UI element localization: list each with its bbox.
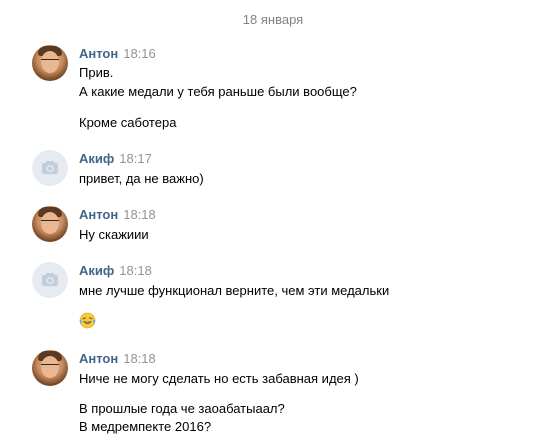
- user-avatar[interactable]: [32, 45, 68, 81]
- message-time[interactable]: 18:16: [123, 46, 156, 61]
- message-text: Кроме саботера: [79, 115, 177, 130]
- message-author[interactable]: Антон: [79, 351, 118, 366]
- message-text: привет, да не важно): [79, 171, 204, 186]
- message-text: А какие медали у тебя раньше были вообще…: [79, 84, 357, 99]
- message-author[interactable]: Акиф: [79, 263, 114, 278]
- laughing-tears-emoji-icon: [79, 312, 96, 329]
- camera-icon[interactable]: [32, 262, 68, 298]
- camera-icon[interactable]: [32, 150, 68, 186]
- date-separator: 18 января: [242, 12, 304, 27]
- user-avatar[interactable]: [32, 206, 68, 242]
- message-author[interactable]: Акиф: [79, 151, 114, 166]
- message-text: Прив.: [79, 65, 114, 80]
- message-text: Ниче не могу сделать но есть забавная ид…: [79, 371, 359, 386]
- message-time[interactable]: 18:18: [123, 351, 156, 366]
- message-author[interactable]: Антон: [79, 46, 118, 61]
- message-author[interactable]: Антон: [79, 207, 118, 222]
- message-time[interactable]: 18:18: [123, 207, 156, 222]
- message-time[interactable]: 18:18: [119, 263, 152, 278]
- message-text: мне лучше функционал верните, чем эти ме…: [79, 283, 390, 298]
- message-text: Ну скажиии: [79, 227, 149, 242]
- message-text: В прошлые года че заоабатыаал?: [79, 401, 285, 416]
- user-avatar[interactable]: [32, 350, 68, 386]
- message-text: В медремпекте 2016?: [79, 419, 212, 434]
- message-time[interactable]: 18:17: [119, 151, 152, 166]
